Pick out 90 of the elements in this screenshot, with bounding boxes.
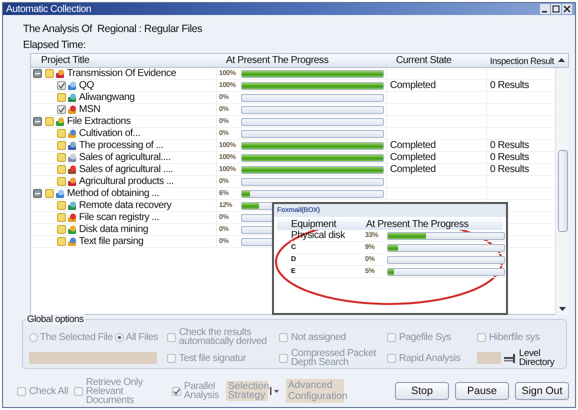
checkbox[interactable]: [172, 386, 181, 396]
checkbox[interactable]: [57, 201, 66, 210]
checkbox[interactable]: [57, 141, 66, 150]
column-header[interactable]: At Present The Progress: [216, 55, 386, 66]
level-field[interactable]: [477, 352, 501, 364]
checkbox[interactable]: [387, 354, 396, 362]
checkbox[interactable]: [57, 225, 66, 234]
checkbox[interactable]: [57, 93, 66, 102]
project-title[interactable]: The processing of ...: [79, 140, 164, 151]
result-text: 0 Results: [490, 164, 529, 175]
collapse-icon[interactable]: [33, 117, 42, 126]
app-icon: [67, 164, 78, 174]
close-icon[interactable]: [562, 4, 572, 14]
column-header[interactable]: Inspection Result: [486, 56, 555, 66]
app-icon: [67, 104, 78, 114]
window-title: Automatic Collection: [6, 4, 92, 14]
app-icon: [67, 176, 78, 186]
project-title[interactable]: File Extractions: [67, 116, 131, 127]
app-icon: [67, 224, 78, 234]
project-title[interactable]: Sales of agricultural....: [79, 152, 170, 163]
column-header[interactable]: Project Title: [31, 55, 216, 66]
checkbox[interactable]: [279, 354, 288, 362]
checkbox[interactable]: [74, 386, 83, 396]
project-title[interactable]: Transmission Of Evidence: [67, 68, 176, 79]
action-button[interactable]: Pause: [455, 382, 509, 400]
project-title[interactable]: Cultivation of...: [79, 128, 140, 139]
checkbox[interactable]: [57, 213, 66, 222]
checkbox[interactable]: [17, 386, 26, 396]
maximize-icon[interactable]: [551, 4, 561, 14]
app-icon: [67, 236, 78, 246]
state-text: Completed: [390, 164, 436, 175]
app-icon: [67, 92, 78, 102]
project-title[interactable]: Text file parsing: [79, 236, 144, 247]
app-icon: [67, 80, 78, 90]
checkbox[interactable]: [279, 332, 288, 342]
result-text: 0 Results: [490, 152, 529, 163]
spin-icon[interactable]: [504, 354, 516, 362]
caret-icon[interactable]: [270, 386, 280, 396]
analysis-label: The Analysis Of Regional : Regular Files: [23, 23, 204, 35]
checkbox[interactable]: [57, 153, 66, 162]
app-icon: [55, 68, 66, 78]
project-title[interactable]: Agricultural products ...: [79, 176, 174, 187]
checkbox[interactable]: [57, 129, 66, 138]
checkbox[interactable]: [477, 332, 486, 342]
checkbox[interactable]: [45, 69, 54, 78]
state-text: Completed: [390, 80, 436, 91]
project-title[interactable]: Disk data mining: [79, 224, 148, 235]
group-title: Global options: [26, 314, 85, 325]
state-text: Completed: [390, 140, 436, 151]
checkbox[interactable]: [57, 237, 66, 246]
checkbox[interactable]: [387, 332, 396, 342]
level-label: Level Directory: [519, 349, 556, 367]
result-text: 0 Results: [490, 140, 529, 151]
project-title[interactable]: File scan registry ...: [79, 212, 160, 223]
input-field[interactable]: [29, 352, 157, 364]
collapse-icon[interactable]: [33, 189, 42, 198]
checkbox[interactable]: [57, 165, 66, 174]
app-icon: [55, 188, 66, 198]
scrollbar-thumb[interactable]: [558, 150, 568, 232]
column-header[interactable]: Current State: [386, 55, 486, 66]
elapsed-time-label: Elapsed Time:: [23, 39, 87, 51]
app-icon: [67, 140, 78, 150]
result-text: 0 Results: [490, 80, 529, 91]
action-button[interactable]: Stop: [395, 382, 449, 400]
project-title[interactable]: MSN: [79, 104, 100, 115]
checkbox[interactable]: [57, 105, 66, 114]
project-title[interactable]: Remote data recovery: [79, 200, 172, 211]
project-title[interactable]: Aliwangwang: [79, 92, 135, 103]
collapse-icon[interactable]: [33, 69, 42, 78]
radio-button[interactable]: [29, 332, 38, 342]
project-title[interactable]: Sales of agricultural ....: [79, 164, 173, 175]
action-button[interactable]: Sign Out: [515, 382, 569, 400]
project-title[interactable]: QQ: [79, 80, 94, 91]
app-icon: [67, 152, 78, 162]
app-icon: [67, 212, 78, 222]
app-icon: [67, 128, 78, 138]
checkbox[interactable]: [57, 177, 66, 186]
column-header[interactable]: At Present The Progress: [366, 218, 503, 230]
checkbox[interactable]: [167, 332, 176, 342]
radio-button[interactable]: [114, 332, 124, 342]
app-icon: [55, 116, 66, 126]
project-title[interactable]: Method of obtaining ...: [67, 188, 160, 199]
checkbox[interactable]: [167, 354, 176, 362]
minimize-icon[interactable]: [540, 4, 550, 14]
app-icon: [67, 200, 78, 210]
checkbox[interactable]: [57, 81, 66, 90]
checkbox[interactable]: [45, 189, 54, 198]
column-header[interactable]: Equipment: [291, 218, 366, 230]
state-text: Completed: [390, 152, 436, 163]
checkbox[interactable]: [45, 117, 54, 126]
